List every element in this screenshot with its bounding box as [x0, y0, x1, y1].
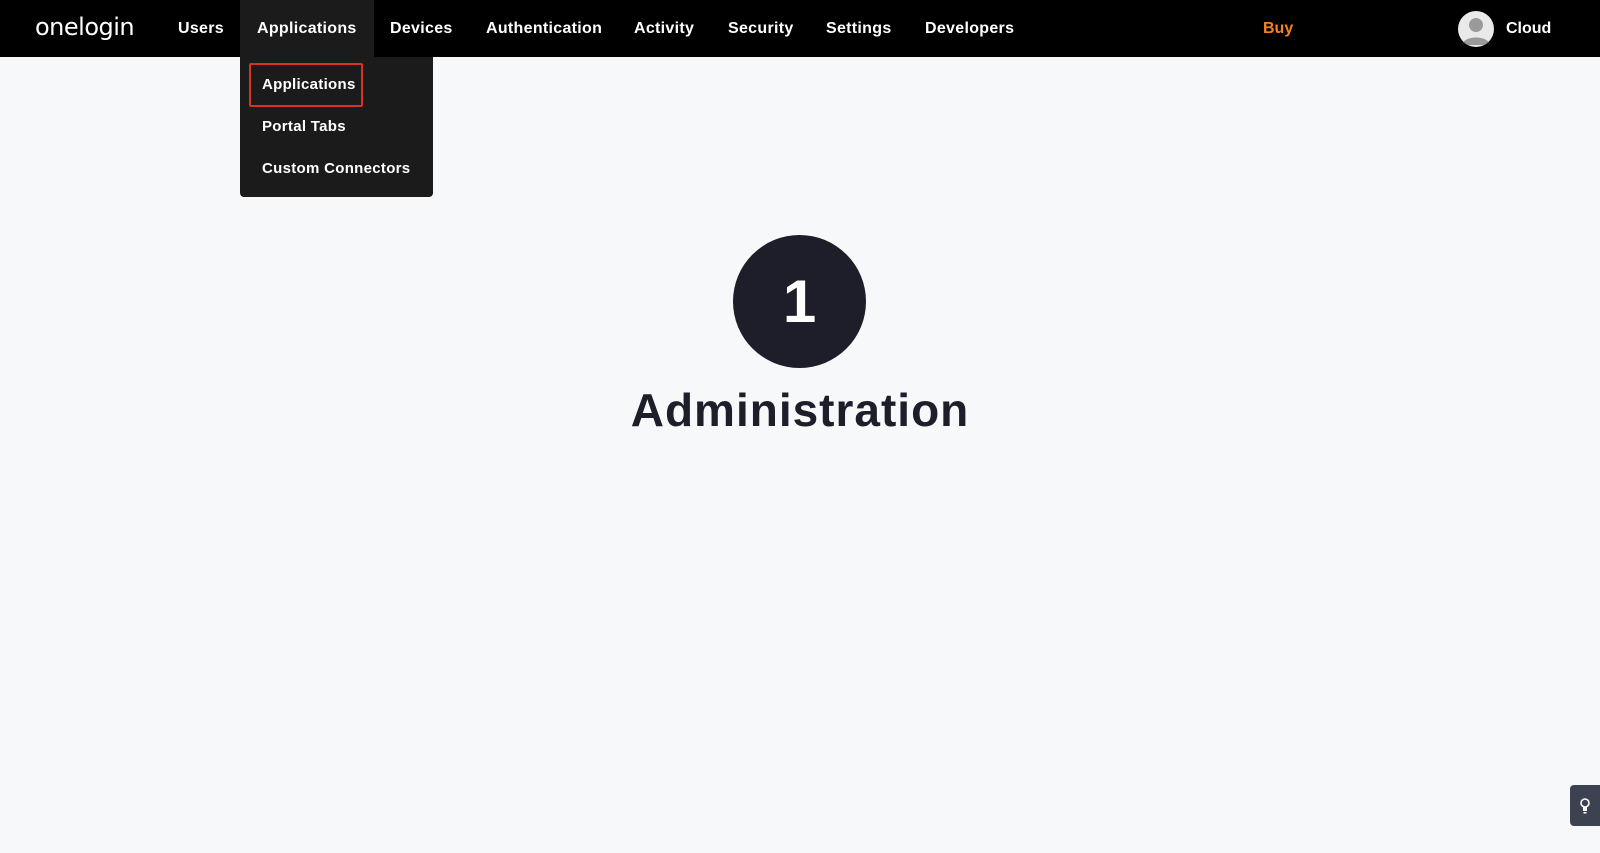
user-avatar-icon[interactable] — [1458, 11, 1494, 47]
applications-dropdown-menu: Applications Portal Tabs Custom Connecto… — [240, 57, 433, 197]
nav-item-activity[interactable]: Activity — [617, 0, 711, 57]
page-title: Administration — [630, 384, 970, 436]
user-silhouette-icon — [1462, 18, 1490, 45]
dropdown-item-portal-tabs[interactable]: Portal Tabs — [262, 118, 346, 135]
nav-item-security[interactable]: Security — [710, 0, 812, 57]
nav-item-developers[interactable]: Developers — [907, 0, 1032, 57]
buy-link[interactable]: Buy — [1263, 0, 1293, 57]
dropdown-item-custom-connectors[interactable]: Custom Connectors — [262, 160, 410, 177]
step-number: 1 — [782, 268, 817, 335]
top-navigation-bar: onelogin Users Applications Devices Auth… — [0, 0, 1600, 57]
user-name[interactable]: Cloud — [1506, 0, 1551, 57]
nav-item-applications[interactable]: Applications — [240, 0, 374, 57]
nav-item-settings[interactable]: Settings — [808, 0, 910, 57]
step-number-badge: 1 — [733, 235, 866, 368]
help-widget-button[interactable] — [1570, 785, 1600, 826]
nav-item-users[interactable]: Users — [162, 0, 240, 57]
lightbulb-icon — [1580, 798, 1590, 814]
dropdown-item-applications[interactable]: Applications — [262, 76, 356, 93]
nav-item-authentication[interactable]: Authentication — [468, 0, 620, 57]
nav-item-devices[interactable]: Devices — [373, 0, 470, 57]
onelogin-logo[interactable]: onelogin — [35, 11, 135, 43]
